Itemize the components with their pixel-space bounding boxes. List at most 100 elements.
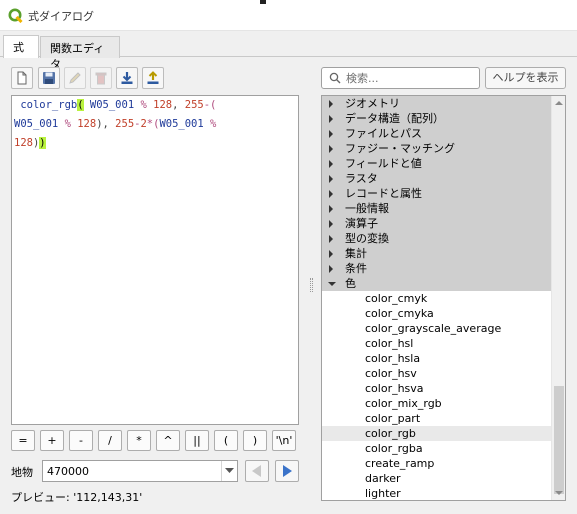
tree-item-label: color_hsv — [365, 367, 417, 380]
new-file-button[interactable] — [11, 67, 33, 89]
collapsed-arrow-icon[interactable] — [329, 115, 333, 123]
show-help-button[interactable]: ヘルプを表示 — [485, 67, 566, 89]
tree-item[interactable]: create_ramp — [322, 456, 551, 471]
tree-item[interactable]: darker — [322, 471, 551, 486]
code-token: color_rgb — [20, 99, 78, 111]
tab-expression[interactable]: 式 — [3, 35, 39, 58]
feature-combobox[interactable]: 470000 — [42, 460, 238, 482]
tree-item[interactable]: color_part — [322, 411, 551, 426]
tree-group[interactable]: 型の変換 — [322, 231, 551, 246]
equals-operator-button[interactable]: = — [11, 430, 35, 451]
code-token: % — [203, 118, 217, 130]
power-operator-button[interactable]: ^ — [156, 430, 180, 451]
tree-group[interactable]: データ構造（配列） — [322, 111, 551, 126]
search-input[interactable] — [346, 70, 476, 86]
edit-button[interactable] — [64, 67, 86, 89]
collapsed-arrow-icon[interactable] — [329, 250, 333, 258]
tree-group-label: ファイルとパス — [345, 127, 422, 140]
tree-group[interactable]: 一般情報 — [322, 201, 551, 216]
tree-group[interactable]: 色 — [322, 276, 551, 291]
search-icon — [329, 72, 341, 84]
tree-group-label: 演算子 — [345, 217, 378, 230]
collapsed-arrow-icon[interactable] — [329, 265, 333, 273]
tree-group-label: 型の変換 — [345, 232, 389, 245]
tree-group-label: 集計 — [345, 247, 367, 260]
tree-item[interactable]: color_hsla — [322, 351, 551, 366]
open-paren-operator-button[interactable]: ( — [214, 430, 238, 451]
tree-group-label: フィールドと値 — [345, 157, 422, 170]
import-button[interactable] — [116, 67, 138, 89]
concat-operator-button[interactable]: || — [185, 430, 209, 451]
feature-value: 470000 — [47, 465, 89, 478]
editor-line: 128)) — [14, 134, 296, 153]
plus-operator-button[interactable]: + — [40, 430, 64, 451]
close-paren-operator-button[interactable]: ) — [243, 430, 267, 451]
code-token: W05_001 — [159, 118, 204, 130]
tree-group[interactable]: 演算子 — [322, 216, 551, 231]
newline-operator-button[interactable]: '\n' — [272, 430, 296, 451]
collapsed-arrow-icon[interactable] — [329, 130, 333, 138]
tree-item[interactable]: color_hsva — [322, 381, 551, 396]
title-mark — [260, 0, 266, 4]
search-box[interactable] — [321, 67, 480, 89]
tree-item[interactable]: color_hsl — [322, 336, 551, 351]
expression-editor[interactable]: color_rgb( W05_001 % 128, 255-(W05_001 %… — [11, 95, 299, 425]
tree-item-label: color_hsl — [365, 337, 414, 350]
export-icon — [147, 71, 159, 84]
divide-operator-button[interactable]: / — [98, 430, 122, 451]
save-icon — [43, 72, 55, 84]
tree-item[interactable]: color_cmyka — [322, 306, 551, 321]
tree-item[interactable]: color_hsv — [322, 366, 551, 381]
collapsed-arrow-icon[interactable] — [329, 205, 333, 213]
save-button[interactable] — [38, 67, 60, 89]
tree-item[interactable]: color_rgb — [322, 426, 551, 441]
splitter-handle[interactable] — [310, 278, 313, 292]
delete-button[interactable] — [90, 67, 112, 89]
tree-scrollbar[interactable] — [551, 96, 565, 500]
tree-item-label: color_cmyka — [365, 307, 434, 320]
collapsed-arrow-icon[interactable] — [329, 220, 333, 228]
tree-item[interactable]: color_grayscale_average — [322, 321, 551, 336]
tree-item[interactable]: color_cmyk — [322, 291, 551, 306]
tree-group[interactable]: 集計 — [322, 246, 551, 261]
collapsed-arrow-icon[interactable] — [329, 190, 333, 198]
tree-item[interactable]: color_mix_rgb — [322, 396, 551, 411]
scroll-up-arrow-icon[interactable] — [555, 101, 563, 105]
collapsed-arrow-icon[interactable] — [329, 235, 333, 243]
tree-item[interactable]: lighter — [322, 486, 551, 500]
previous-feature-button[interactable] — [245, 460, 269, 482]
multiply-operator-button[interactable]: * — [127, 430, 151, 451]
scroll-down-arrow-icon[interactable] — [555, 491, 563, 495]
code-token: ), — [96, 118, 116, 130]
chevron-down-icon — [225, 468, 234, 473]
collapsed-arrow-icon[interactable] — [329, 160, 333, 168]
tree-group[interactable]: フィールドと値 — [322, 156, 551, 171]
tree-item[interactable]: color_rgba — [322, 441, 551, 456]
expanded-arrow-icon[interactable] — [328, 282, 336, 286]
tree-group-label: データ構造（配列） — [345, 112, 444, 125]
tree-group[interactable]: ファイルとパス — [322, 126, 551, 141]
minus-operator-button[interactable]: - — [69, 430, 93, 451]
tab-function-editor[interactable]: 関数エディタ — [40, 36, 120, 71]
collapsed-arrow-icon[interactable] — [329, 175, 333, 183]
tree-group[interactable]: ラスタ — [322, 171, 551, 186]
new-file-icon — [17, 71, 27, 85]
scrollbar-thumb[interactable] — [554, 386, 564, 494]
code-token: W05_001 — [89, 99, 135, 111]
dropdown-arrow[interactable] — [221, 461, 237, 481]
tree-group[interactable]: レコードと属性 — [322, 186, 551, 201]
tree-group[interactable]: ファジー・マッチング — [322, 141, 551, 156]
tree-group[interactable]: 条件 — [322, 261, 551, 276]
code-token: 255 — [184, 99, 204, 111]
tree-group[interactable]: ジオメトリ — [322, 96, 551, 111]
function-tree[interactable]: ジオメトリ データ構造（配列） ファイルとパス ファジー・マッチング フィールドと値 ラス… — [321, 95, 566, 501]
tree-item-label: color_hsla — [365, 352, 421, 365]
code-token: 128 — [14, 137, 33, 149]
window-title: 式ダイアログ — [28, 10, 94, 23]
export-button[interactable] — [142, 67, 164, 89]
collapsed-arrow-icon[interactable] — [329, 100, 333, 108]
tree-item-label: darker — [365, 472, 401, 485]
tree-group-label: 色 — [345, 277, 356, 290]
next-feature-button[interactable] — [275, 460, 299, 482]
collapsed-arrow-icon[interactable] — [329, 145, 333, 153]
